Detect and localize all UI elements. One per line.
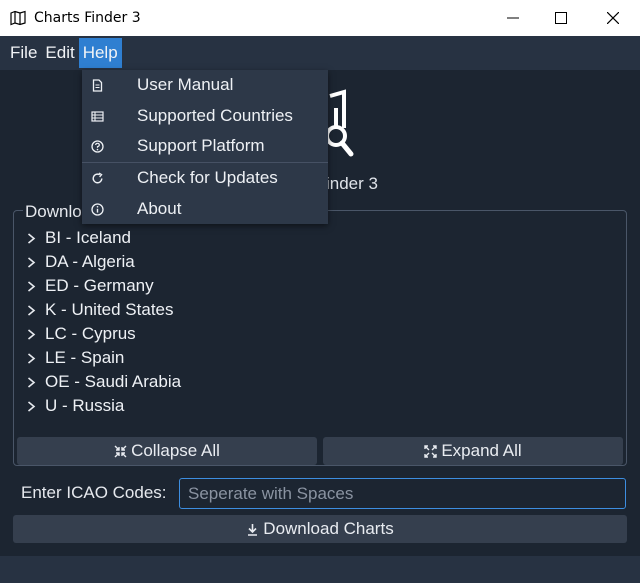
menu-item-about[interactable]: About [82, 194, 328, 224]
chevron-right-icon[interactable] [22, 226, 40, 250]
logo-text: inder 3 [326, 174, 378, 193]
tree-item-label: DA - Algeria [45, 252, 135, 271]
chevron-right-icon[interactable] [22, 346, 40, 370]
tree-item-label: BI - Iceland [45, 228, 131, 247]
chevron-right-icon[interactable] [22, 322, 40, 346]
tree-item[interactable]: LC - Cyprus [22, 322, 622, 346]
chevron-right-icon[interactable] [22, 274, 40, 298]
tree-item-label: U - Russia [45, 396, 125, 415]
menu-item-support-platform[interactable]: Support Platform [82, 131, 328, 161]
tree-item-label: LC - Cyprus [45, 324, 136, 343]
chevron-right-icon[interactable] [22, 394, 40, 418]
tree-item[interactable]: U - Russia [22, 394, 622, 418]
download-charts-button[interactable]: Download Charts [13, 515, 627, 543]
maximize-button[interactable] [538, 0, 584, 36]
refresh-icon [90, 171, 104, 185]
menu-edit[interactable]: Edit [41, 38, 78, 68]
collapse-icon [114, 445, 127, 457]
minimize-button[interactable] [490, 0, 536, 36]
help-menu-dropdown: User Manual Supported Countries Support … [82, 70, 328, 224]
expand-all-label: Expand All [441, 441, 522, 460]
menu-item-user-manual[interactable]: User Manual [82, 70, 328, 100]
tree-item-label: LE - Spain [45, 348, 125, 367]
country-tree: BI - Iceland DA - Algeria ED - Germany K… [22, 226, 622, 418]
chevron-right-icon[interactable] [22, 370, 40, 394]
map-icon [10, 10, 26, 26]
status-bar [0, 556, 640, 583]
chevron-right-icon[interactable] [22, 298, 40, 322]
close-button[interactable] [590, 0, 636, 36]
close-icon [607, 12, 619, 24]
document-icon [90, 78, 104, 92]
menu-bar: File Edit Help [0, 36, 640, 70]
menu-file[interactable]: File [6, 38, 41, 68]
collapse-all-label: Collapse All [131, 441, 220, 460]
tree-item-label: ED - Germany [45, 276, 154, 295]
tree-item[interactable]: BI - Iceland [22, 226, 622, 250]
info-icon [90, 202, 104, 216]
download-charts-label: Download Charts [263, 519, 394, 538]
tree-item[interactable]: LE - Spain [22, 346, 622, 370]
list-icon [90, 109, 104, 123]
expand-icon [424, 444, 438, 458]
icao-label: Enter ICAO Codes: [21, 483, 167, 502]
tree-item-label: OE - Saudi Arabia [45, 372, 182, 391]
downloads-group-title: Downlo [23, 202, 84, 222]
title-bar: Charts Finder 3 [0, 0, 640, 36]
tree-item[interactable]: K - United States [22, 298, 622, 322]
icao-input[interactable] [179, 478, 626, 509]
minimize-icon [507, 17, 519, 19]
maximize-icon [555, 12, 567, 24]
menu-help[interactable]: Help [78, 38, 122, 68]
chevron-right-icon[interactable] [22, 250, 40, 274]
tree-item-label: K - United States [45, 300, 174, 319]
collapse-all-button[interactable]: Collapse All [17, 437, 317, 465]
download-icon [248, 523, 258, 536]
help-circle-icon [90, 139, 104, 153]
tree-item[interactable]: OE - Saudi Arabia [22, 370, 622, 394]
menu-item-supported-countries[interactable]: Supported Countries [82, 101, 328, 131]
tree-item[interactable]: ED - Germany [22, 274, 622, 298]
expand-all-button[interactable]: Expand All [323, 437, 623, 465]
tree-item[interactable]: DA - Algeria [22, 250, 622, 274]
menu-item-check-updates[interactable]: Check for Updates [82, 163, 328, 193]
window-title: Charts Finder 3 [34, 10, 141, 26]
